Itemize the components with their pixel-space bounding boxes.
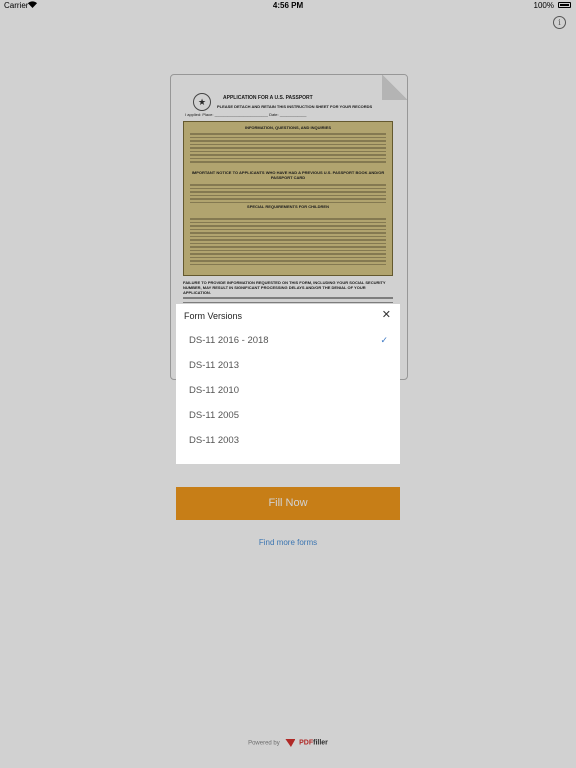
version-label: DS-11 2013 — [189, 360, 239, 371]
close-icon[interactable]: ✕ — [382, 309, 391, 321]
battery-icon — [558, 2, 571, 8]
version-label: DS-11 2016 - 2018 — [189, 335, 269, 346]
clock-time: 4:56 PM — [272, 1, 304, 10]
version-label: DS-11 2005 — [189, 410, 239, 421]
version-item-ds11-2005[interactable]: DS-11 2005 — [176, 403, 400, 428]
battery-percent: 100% — [533, 1, 554, 10]
version-item-ds11-2013[interactable]: DS-11 2013 — [176, 353, 400, 378]
status-bar: Carrier 4:56 PM 100% — [0, 0, 576, 12]
versions-list: DS-11 2016 - 2018 ✓ DS-11 2013 DS-11 201… — [176, 328, 400, 453]
version-item-ds11-2016-2018[interactable]: DS-11 2016 - 2018 ✓ — [176, 328, 400, 353]
form-versions-popup: Form Versions ✕ DS-11 2016 - 2018 ✓ DS-1… — [176, 304, 400, 464]
version-label: DS-11 2003 — [189, 435, 239, 446]
checkmark-icon: ✓ — [380, 335, 388, 345]
info-icon[interactable]: i — [553, 16, 566, 29]
popup-title: Form Versions — [184, 311, 243, 321]
version-item-ds11-2010[interactable]: DS-11 2010 — [176, 378, 400, 403]
version-label: DS-11 2010 — [189, 385, 239, 396]
version-item-ds11-2003[interactable]: DS-11 2003 — [176, 428, 400, 453]
